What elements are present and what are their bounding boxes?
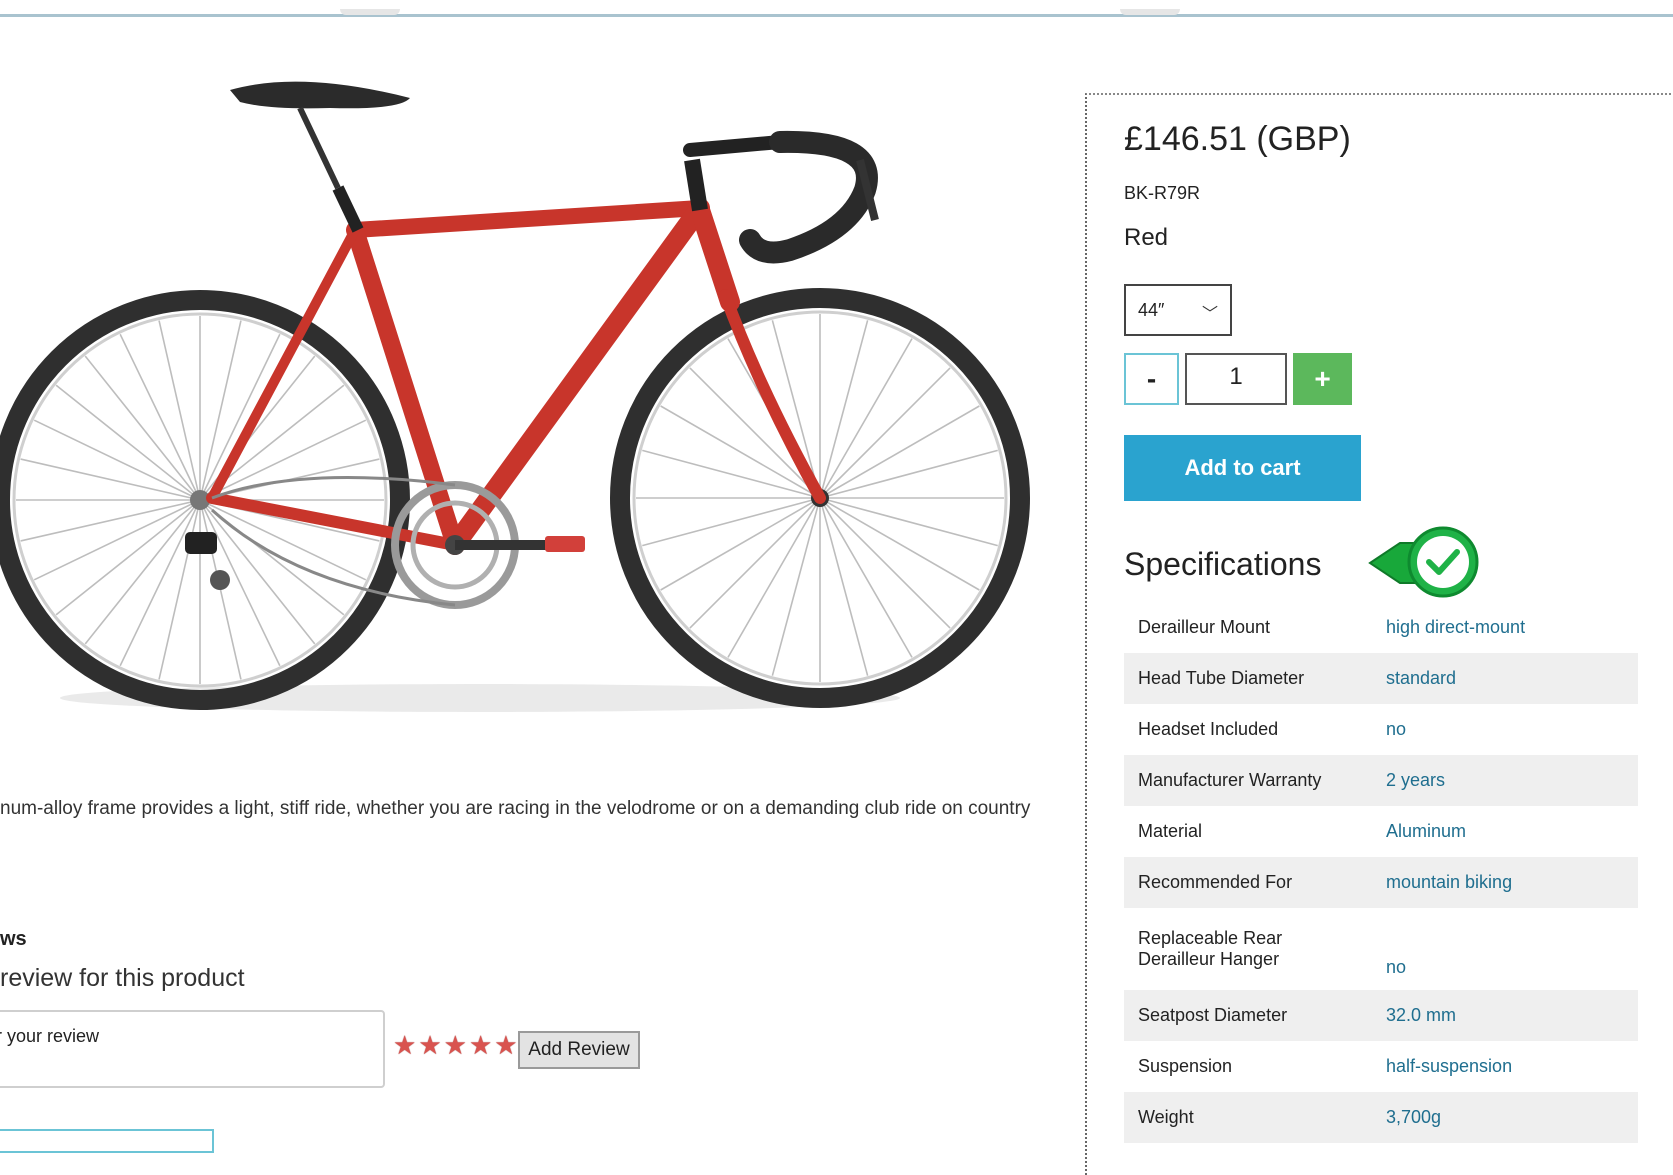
spec-key: Material [1138,821,1203,841]
review-textarea[interactable]: r your review [0,1010,385,1088]
star-icon[interactable]: ★ [469,1032,492,1058]
size-select[interactable]: 44″ ﹀ [1124,284,1232,336]
spec-row: Recommended For mountain biking [1124,857,1638,908]
quantity-decrease-button[interactable]: - [1124,353,1179,405]
chevron-down-icon: ﹀ [1201,306,1218,323]
add-to-cart-button[interactable]: Add to cart [1124,435,1361,501]
product-price: £146.51 (GBP) [1124,120,1351,158]
spec-row: Head Tube Diameter standard [1124,653,1638,704]
reviews-subheading: review for this product [0,964,245,992]
spec-value: 2 years [1386,770,1446,790]
star-icon[interactable]: ★ [418,1032,441,1058]
spec-key: Recommended For [1138,872,1293,892]
spec-value: 3,700g [1386,1107,1442,1127]
quantity-increase-button[interactable]: + [1293,353,1352,405]
reviews-heading: ws [0,928,27,950]
spec-row: Headset Included no [1124,704,1638,755]
size-select-value: 44″ [1138,300,1165,320]
product-color: Red [1124,224,1169,251]
star-icon[interactable]: ★ [494,1032,517,1058]
spec-key: Derailleur Mount [1138,617,1271,637]
spec-key: Weight [1138,1107,1194,1127]
spec-row: Replaceable Rear Derailleur Hanger no [1124,908,1638,990]
product-sku: BK-R79R [1124,183,1201,203]
spec-key: Headset Included [1138,719,1279,739]
spec-row: Manufacturer Warranty 2 years [1124,755,1638,806]
specifications-table: Derailleur Mount high direct-mount Head … [1124,602,1638,1143]
spec-row: Derailleur Mount high direct-mount [1124,602,1638,653]
spec-value: standard [1386,668,1457,688]
spec-value: high direct-mount [1386,617,1526,637]
spec-key: Manufacturer Warranty [1138,770,1322,790]
spec-value: no [1386,957,1407,977]
specifications-title: Specifications [1124,546,1322,582]
spec-row: Seatpost Diameter 32.0 mm [1124,990,1638,1041]
product-description: num-alloy frame provides a light, stiff … [0,798,1031,819]
add-review-button[interactable]: Add Review [518,1031,640,1069]
spec-key: Suspension [1138,1056,1233,1076]
header-tab-shadow [1120,9,1180,15]
spec-value: no [1386,719,1407,739]
review-secondary-field[interactable] [0,1129,214,1153]
spec-value: half-suspension [1386,1056,1513,1076]
rear-wheel [0,290,410,710]
spec-row: Weight 3,700g [1124,1092,1638,1143]
spec-value: Aluminum [1386,821,1467,841]
product-image [0,70,1040,730]
header-divider [0,9,1673,17]
star-rating[interactable]: ★ ★ ★ ★ ★ [393,1032,518,1058]
star-icon[interactable]: ★ [393,1032,416,1058]
spec-key: Replaceable Rear Derailleur Hanger [1138,928,1283,969]
spec-value: mountain biking [1386,872,1513,892]
checkmark-badge-icon [1368,526,1479,598]
star-icon[interactable]: ★ [444,1032,467,1058]
quantity-input[interactable]: 1 [1185,353,1287,405]
spec-key: Head Tube Diameter [1138,668,1305,688]
header-tab-shadow [340,9,400,15]
spec-key: Seatpost Diameter [1138,1005,1288,1025]
spec-row: Suspension half-suspension [1124,1041,1638,1092]
spec-value: 32.0 mm [1386,1005,1457,1025]
spec-row: Material Aluminum [1124,806,1638,857]
